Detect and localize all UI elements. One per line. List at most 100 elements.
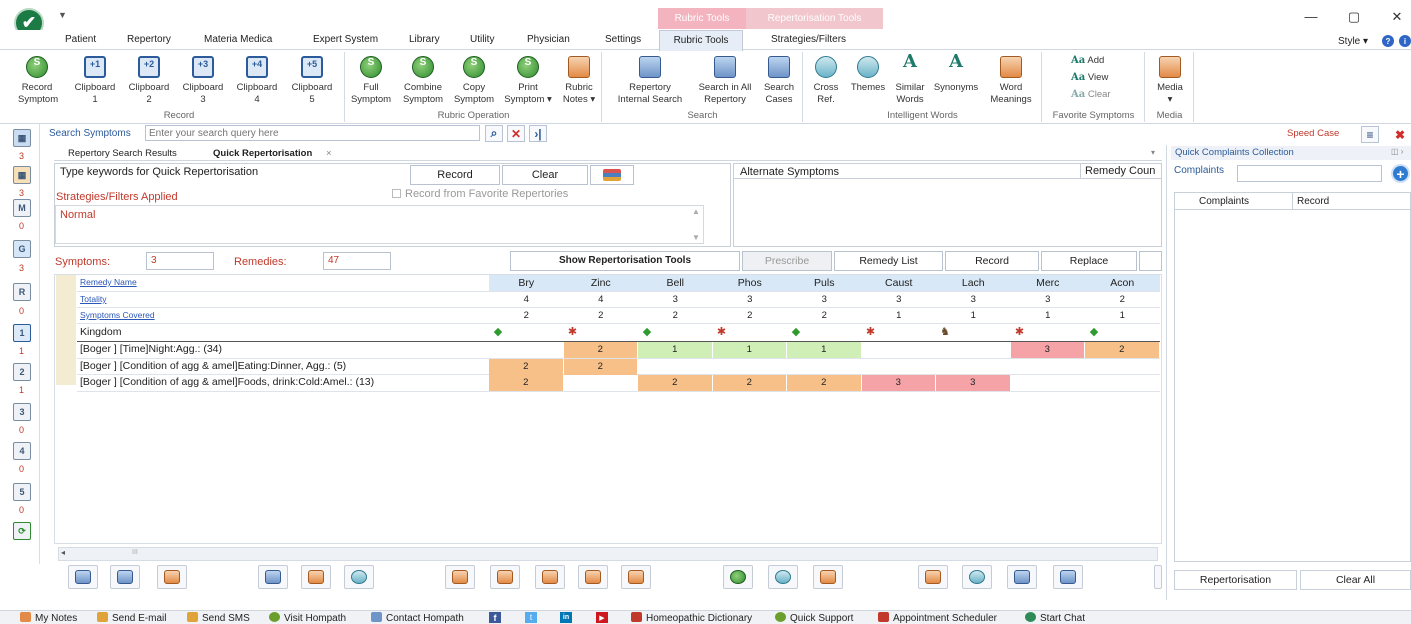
close-button[interactable]: ✕ [1383,9,1411,25]
visit-hompath-link[interactable]: Visit Hompath [269,612,346,624]
menu-expert-system[interactable]: Expert System [313,34,378,45]
menu-strategies-filters[interactable]: Strategies/Filters [771,34,846,45]
add-complaint-icon[interactable]: + [1391,164,1410,183]
grade-cell[interactable]: 2 [563,358,637,375]
appointment-scheduler-link[interactable]: Appointment Scheduler [878,612,997,624]
send-email-link[interactable]: Send E-mail [97,612,166,624]
clipboard-g-icon[interactable]: G [13,240,31,258]
grid-view-icon[interactable]: ▦ [13,129,31,147]
remedy-header[interactable]: Zinc [564,275,639,291]
menu-physician[interactable]: Physician [527,34,570,45]
youtube-icon[interactable]: ▶ [596,612,608,623]
remedy-header[interactable]: Lach [936,275,1011,291]
remedy-header[interactable]: Phos [713,275,788,291]
clipboard-1-button[interactable]: +1 Clipboard 1 [70,56,120,106]
grade-cell[interactable] [564,375,638,391]
prescribe-button[interactable]: Prescribe [742,251,832,271]
clear-search-icon[interactable]: ✕ [507,125,525,142]
tab-close-icon[interactable]: × [326,148,332,159]
search-icon[interactable]: ⌕ [485,125,503,142]
grade-cell[interactable]: 3 [936,375,1010,392]
globe-icon[interactable] [768,565,798,589]
remedy-header[interactable]: Bell [638,275,713,291]
clipboard-3-button[interactable]: +3 Clipboard 3 [178,56,228,106]
remedy-name-link[interactable]: Remedy Name [80,277,137,287]
tab-repertory-search-results[interactable]: Repertory Search Results [68,148,177,159]
word-export-icon[interactable] [258,565,288,589]
toolbar-overflow[interactable] [1154,565,1162,589]
start-chat-link[interactable]: Start Chat [1025,612,1085,624]
pin-icon[interactable]: ◫ › [1391,147,1403,156]
word-meanings-button[interactable]: Word Meanings [984,56,1038,106]
contact-hompath-link[interactable]: Contact Hompath [371,612,464,624]
grade-cell[interactable] [787,359,861,375]
grade-cell[interactable]: 1 [712,342,786,358]
totality-link[interactable]: Totality [80,294,106,304]
record-button[interactable]: Record [410,165,500,185]
grade-cell[interactable] [489,342,563,358]
rubric-row-label[interactable]: [Boger ] [Condition of agg & amel]Eating… [80,360,346,372]
clipboard-2-icon[interactable]: 2 [13,363,31,381]
grade-cell[interactable] [1085,359,1159,375]
remedy-header[interactable]: Bry [489,275,564,291]
linkedin-icon[interactable]: in [560,612,572,623]
menu-repertory[interactable]: Repertory [127,34,171,45]
tab-quick-repertorisation[interactable]: Quick Repertorisation [213,148,312,159]
rubric-notes-button[interactable]: Rubric Notes ▾ [558,56,600,106]
consult-icon[interactable] [490,565,520,589]
grade-cell[interactable]: 2 [563,342,637,358]
grade-cell[interactable] [862,342,936,358]
clipboard-2-button[interactable]: +2 Clipboard 2 [124,56,174,106]
doctor-icon[interactable] [445,565,475,589]
grade-cell[interactable]: 1 [787,342,861,358]
menu-patient[interactable]: Patient [65,34,96,45]
quick-access-dropdown[interactable]: ▼ [58,10,67,20]
remedy-list-button[interactable]: Remedy List [834,251,943,271]
compare-icon[interactable] [301,565,331,589]
clipboard-4-button[interactable]: +4 Clipboard 4 [232,56,282,106]
grade-cell[interactable] [936,359,1010,375]
menu-lines-icon[interactable]: ≡ [1361,126,1379,143]
books-icon[interactable] [590,165,634,185]
complaints-input[interactable] [1237,165,1382,182]
rubric-row-label[interactable]: [Boger ] [Condition of agg & amel]Foods,… [80,376,374,388]
search-cases-button[interactable]: Search Cases [759,56,799,106]
clipboard-5-button[interactable]: +5 Clipboard 5 [286,56,338,106]
grade-cell[interactable]: 3 [1010,342,1084,358]
full-symptom-button[interactable]: S Full Symptom [348,56,394,106]
horizontal-scrollbar[interactable] [58,547,1158,561]
facebook-icon[interactable]: f [489,612,501,623]
next-result-icon[interactable]: ›| [529,125,547,142]
grade-cell[interactable]: 2 [1085,342,1159,358]
grade-cell[interactable]: 2 [489,375,563,392]
menu-utility[interactable]: Utility [470,34,494,45]
similar-words-button[interactable]: A Similar Words [888,53,932,106]
quick-support-link[interactable]: Quick Support [775,612,853,624]
clipboard-4-icon[interactable]: 4 [13,442,31,460]
grade-cell[interactable] [862,359,936,375]
remedy-header[interactable]: Puls [787,275,862,291]
twitter-icon[interactable]: t [525,612,537,623]
more-tools-button[interactable] [1139,251,1162,271]
fav-view-button[interactable]: Aa View [1071,72,1108,84]
grade-cell[interactable] [1085,375,1159,391]
search-input[interactable] [145,125,480,141]
fav-clear-button[interactable]: Aa Clear [1071,89,1111,101]
copy-symptom-button[interactable]: S Copy Symptom [450,56,498,106]
search-all-repertory-button[interactable]: Search in All Repertory [693,56,757,106]
grade-cell[interactable]: 2 [787,375,861,392]
record-grid-button[interactable]: Record [945,251,1039,271]
scroll-left-icon[interactable]: ◂ [61,548,65,557]
scroll-up-icon[interactable]: ▲ [692,207,700,216]
remedy-header[interactable]: Merc [1011,275,1086,291]
homeopathic-dictionary-link[interactable]: Homeopathic Dictionary [631,612,752,624]
refresh-grid-icon[interactable] [344,565,374,589]
clear-all-button[interactable]: Clear All [1300,570,1411,590]
chart-icon[interactable]: ▦ [13,166,31,184]
scroll-thumb-grip[interactable]: III [132,549,138,556]
patient-icon[interactable] [535,565,565,589]
clear-button[interactable]: Clear [502,165,588,185]
repertorisation-button[interactable]: Repertorisation [1174,570,1297,590]
flags-icon[interactable] [813,565,843,589]
grade-cell[interactable] [1011,359,1085,375]
